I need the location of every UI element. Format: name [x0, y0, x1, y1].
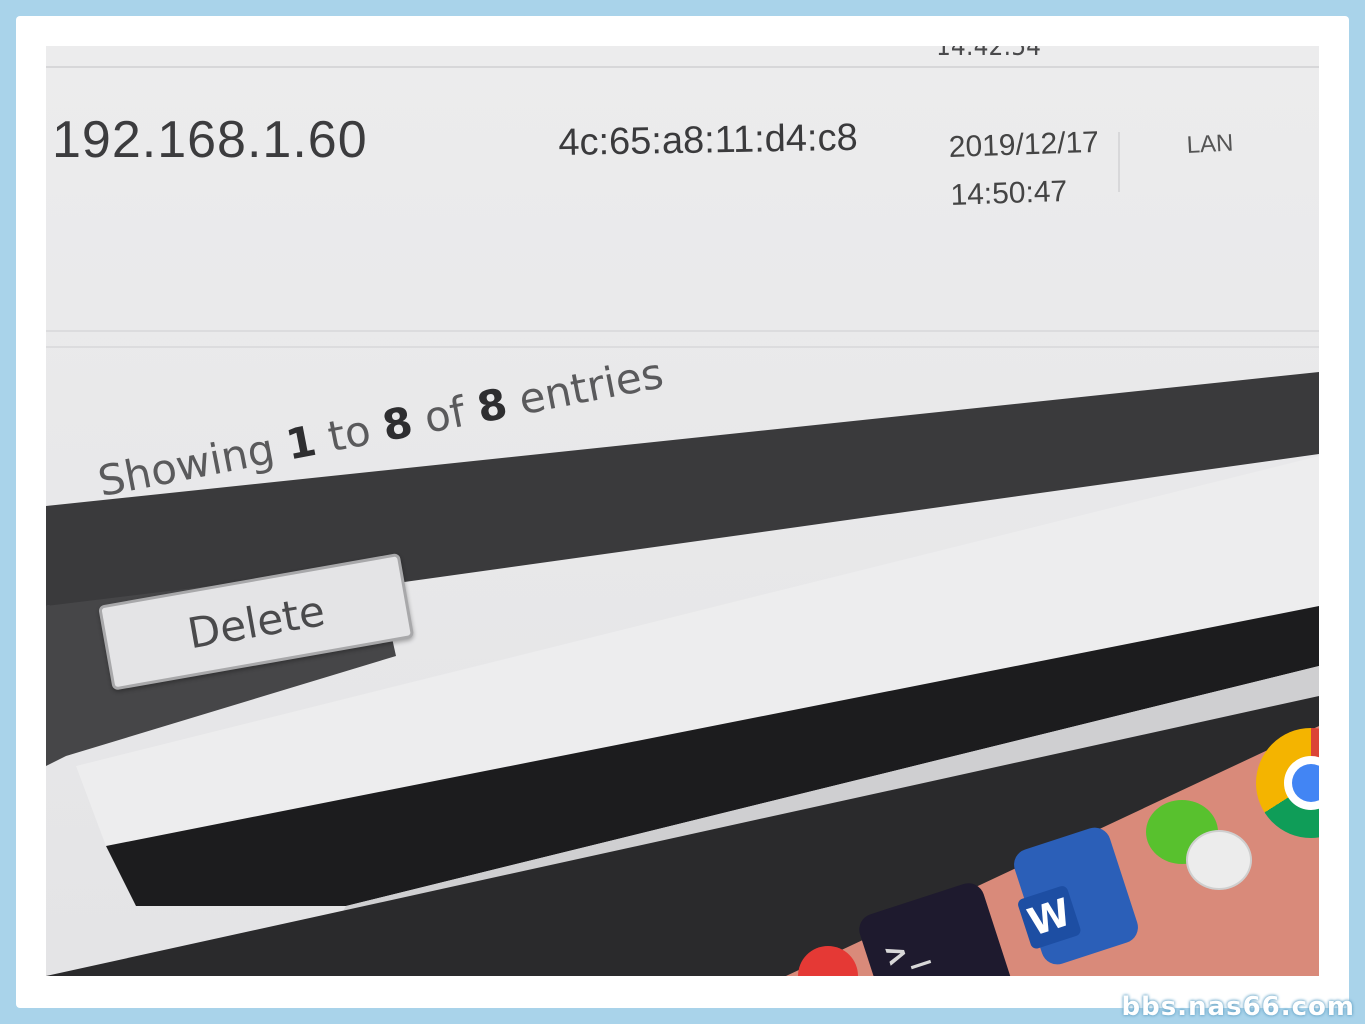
previous-row-time: 14:42:54: [936, 46, 1042, 62]
wechat-bubble-white: [1186, 830, 1252, 890]
stamp-page: { "previous_row": { "time": "14:42:54" }…: [0, 0, 1365, 1024]
summary-to-word: to: [310, 402, 388, 464]
interface-type: LAN: [1186, 129, 1235, 159]
column-divider: [1118, 132, 1120, 192]
last-seen: 2019/12/17 14:50:47: [948, 119, 1101, 220]
last-seen-time: 14:50:47: [949, 174, 1068, 212]
device-list-screen: 14:42:54 192.168.1.60 4c:65:a8:11:d4:c8 …: [46, 46, 1319, 976]
monitor-photo: 14:42:54 192.168.1.60 4c:65:a8:11:d4:c8 …: [46, 46, 1319, 976]
summary-suffix: entries: [501, 348, 668, 427]
row-divider: [46, 346, 1319, 348]
last-seen-date: 2019/12/17: [948, 125, 1100, 164]
mac-address: 4c:65:a8:11:d4:c8: [558, 116, 858, 164]
terminal-glyph: >_: [880, 925, 932, 976]
row-divider: [46, 330, 1319, 332]
summary-of-word: of: [407, 384, 483, 446]
wechat-icon[interactable]: [1146, 790, 1252, 900]
row-divider: [46, 66, 1319, 68]
ip-address: 192.168.1.60: [52, 111, 368, 169]
watermark: bbs.nas66.com: [1121, 992, 1355, 1022]
